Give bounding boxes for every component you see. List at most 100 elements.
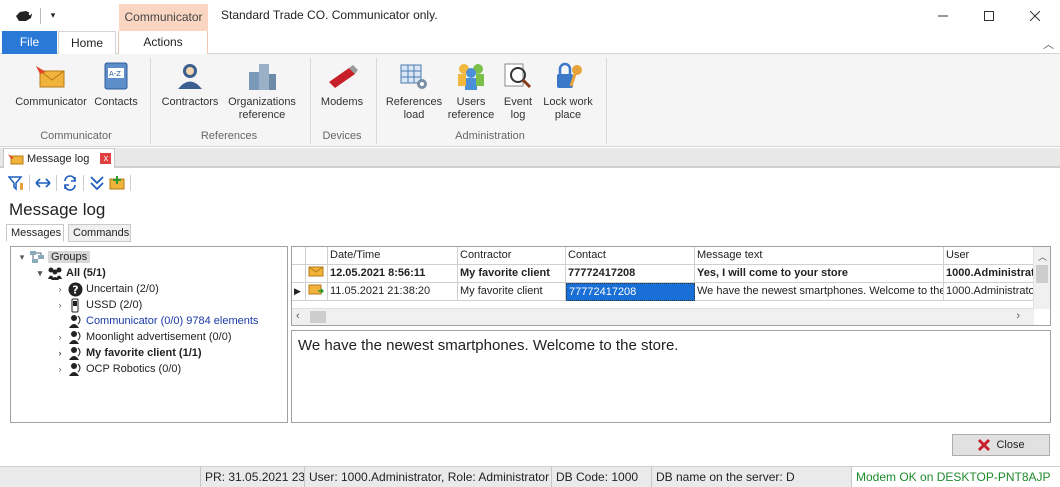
modems-button[interactable]: Modems [318, 60, 366, 109]
tree-node-label: My favorite client (1/1) [86, 347, 202, 359]
references-load-button[interactable]: References load [384, 60, 444, 122]
chevron-right-icon[interactable]: › [55, 364, 65, 374]
svg-text:?: ? [72, 283, 78, 296]
table-cell[interactable]: 1000.Administrator [944, 283, 1034, 301]
contacts-button[interactable]: A-Z Contacts [92, 60, 140, 109]
column-header-user[interactable]: User [944, 247, 1034, 265]
close-tab-button[interactable]: x [100, 153, 112, 164]
chevron-left-icon[interactable]: ‹ [296, 310, 300, 322]
chevron-right-icon[interactable]: › [55, 348, 65, 358]
tree-node-label: USSD (2/0) [86, 299, 143, 311]
lock-work-place-label-1: Lock work [543, 96, 593, 108]
grid-icon-header [306, 247, 328, 265]
table-cell[interactable]: My favorite client [458, 283, 566, 301]
tab-home[interactable]: Home [58, 31, 116, 55]
chevron-right-icon[interactable]: › [55, 284, 65, 294]
organizations-reference-button[interactable]: Organizations reference [224, 60, 300, 122]
column-header-datetime[interactable]: Date/Time [328, 247, 458, 265]
refresh-button[interactable] [60, 173, 80, 193]
chevron-down-icon[interactable]: ▾ [35, 268, 45, 279]
chevron-right-icon[interactable]: › [55, 300, 65, 310]
ribbon-group-administration: Administration [455, 130, 525, 142]
tab-message-log[interactable]: Message log x [3, 148, 115, 168]
horizontal-scrollbar[interactable]: ‹ › [292, 308, 1034, 325]
ribbon-divider [606, 58, 607, 144]
ribbon-group-communicator: Communicator [40, 130, 112, 142]
buildings-icon [249, 64, 276, 90]
address-book-icon: A-Z [104, 62, 128, 90]
phone-icon [67, 298, 83, 313]
tree-node-groups[interactable]: ▾ Groups [17, 249, 91, 265]
message-preview[interactable]: We have the newest smartphones. Welcome … [291, 330, 1051, 423]
tree-node-ocp-robotics[interactable]: › OCP Robotics (0/0) [55, 361, 181, 377]
tree-node-my-favorite-client[interactable]: › My favorite client (1/1) [55, 345, 202, 361]
table-cell[interactable]: 12.05.2021 8:56:11 [328, 265, 458, 283]
tree-node-communicator[interactable]: Communicator (0/0) 9784 elements [55, 313, 258, 329]
minimize-button[interactable] [920, 0, 966, 31]
selected-table-cell[interactable]: 77772417208 [566, 283, 695, 301]
tab-file[interactable]: File [2, 31, 57, 54]
vertical-scrollbar[interactable]: ︿ [1033, 247, 1050, 309]
ribbon-divider [150, 58, 151, 144]
column-header-contractor[interactable]: Contractor [458, 247, 566, 265]
contextual-tab-group: Communicator [119, 4, 208, 31]
chevron-right-icon[interactable]: › [55, 332, 65, 342]
scrollbar-thumb[interactable] [1036, 265, 1048, 283]
quick-access-dropdown-icon[interactable]: ▾ [46, 7, 60, 23]
column-header-message-text[interactable]: Message text [695, 247, 944, 265]
column-header-contact[interactable]: Contact [566, 247, 695, 265]
outgoing-message-icon [306, 283, 328, 301]
expand-columns-button[interactable] [33, 173, 53, 193]
scrollbar-thumb[interactable] [310, 311, 326, 323]
table-cell[interactable]: We have the newest smartphones. Welcome … [695, 283, 944, 301]
status-bar: PR: 31.05.2021 23:59 User: 1000.Administ… [0, 466, 1060, 487]
tree-node-label: Communicator (0/0) 9784 elements [86, 315, 259, 327]
maximize-button[interactable] [966, 0, 1012, 31]
contractors-button[interactable]: Contractors [158, 60, 222, 109]
tree-node-uncertain[interactable]: › ? Uncertain (2/0) [55, 281, 159, 297]
chevron-up-icon[interactable]: ︿ [1038, 250, 1047, 263]
people-icon [47, 266, 63, 281]
scroll-down-button[interactable] [87, 173, 107, 193]
table-cell[interactable]: My favorite client [458, 265, 566, 283]
chevron-right-icon[interactable]: › [1016, 310, 1020, 322]
app-logo-icon[interactable] [14, 9, 34, 23]
ribbon-divider [310, 58, 311, 144]
table-cell[interactable]: 1000.Administrator [944, 265, 1034, 283]
page-title: Message log [9, 200, 106, 219]
row-indicator[interactable] [292, 265, 306, 283]
envelope-add-icon [109, 176, 125, 190]
toolbar [6, 172, 134, 194]
title-bar: ▾ Communicator Standard Trade CO. Commun… [0, 0, 1060, 31]
status-pr: PR: 31.05.2021 23:59 [200, 467, 304, 487]
current-row-indicator-icon[interactable]: ▶ [292, 283, 306, 301]
new-message-button[interactable] [107, 173, 127, 193]
communicator-button[interactable]: Communicator [12, 60, 90, 109]
minimize-icon [938, 15, 948, 16]
tree-node-moonlight-advertisement[interactable]: › Moonlight advertisement (0/0) [55, 329, 232, 345]
contact-icon [67, 362, 83, 377]
table-cell[interactable]: 11.05.2021 21:38:20 [328, 283, 458, 301]
doc-tab-label: Message log [27, 152, 90, 165]
event-log-button[interactable]: Event log [498, 60, 538, 122]
event-log-label-1: Event [503, 96, 533, 108]
users-reference-button[interactable]: Users reference [446, 60, 496, 122]
tab-messages[interactable]: Messages [6, 224, 64, 242]
ribbon-collapse-icon[interactable]: ︿ [1043, 36, 1054, 52]
tab-actions[interactable]: Actions [118, 31, 208, 54]
close-icon [978, 438, 991, 452]
ribbon-group-devices: Devices [322, 130, 362, 142]
filter-button[interactable] [6, 173, 26, 193]
table-cell[interactable]: 77772417208 [566, 265, 695, 283]
tab-commands[interactable]: Commands [68, 224, 131, 242]
double-arrow-horizontal-icon [35, 178, 51, 188]
tree-node-all[interactable]: ▾ All (5/1) [35, 265, 106, 281]
contact-icon [67, 346, 83, 361]
tree-node-ussd[interactable]: › USSD (2/0) [55, 297, 142, 313]
lock-work-place-button[interactable]: Lock work place [540, 60, 596, 122]
table-cell[interactable]: Yes, I will come to your store [695, 265, 944, 283]
chevron-down-icon[interactable]: ▾ [17, 252, 27, 263]
close-button[interactable]: Close [952, 434, 1050, 456]
toolbar-divider [40, 8, 41, 24]
close-window-button[interactable] [1012, 0, 1058, 31]
